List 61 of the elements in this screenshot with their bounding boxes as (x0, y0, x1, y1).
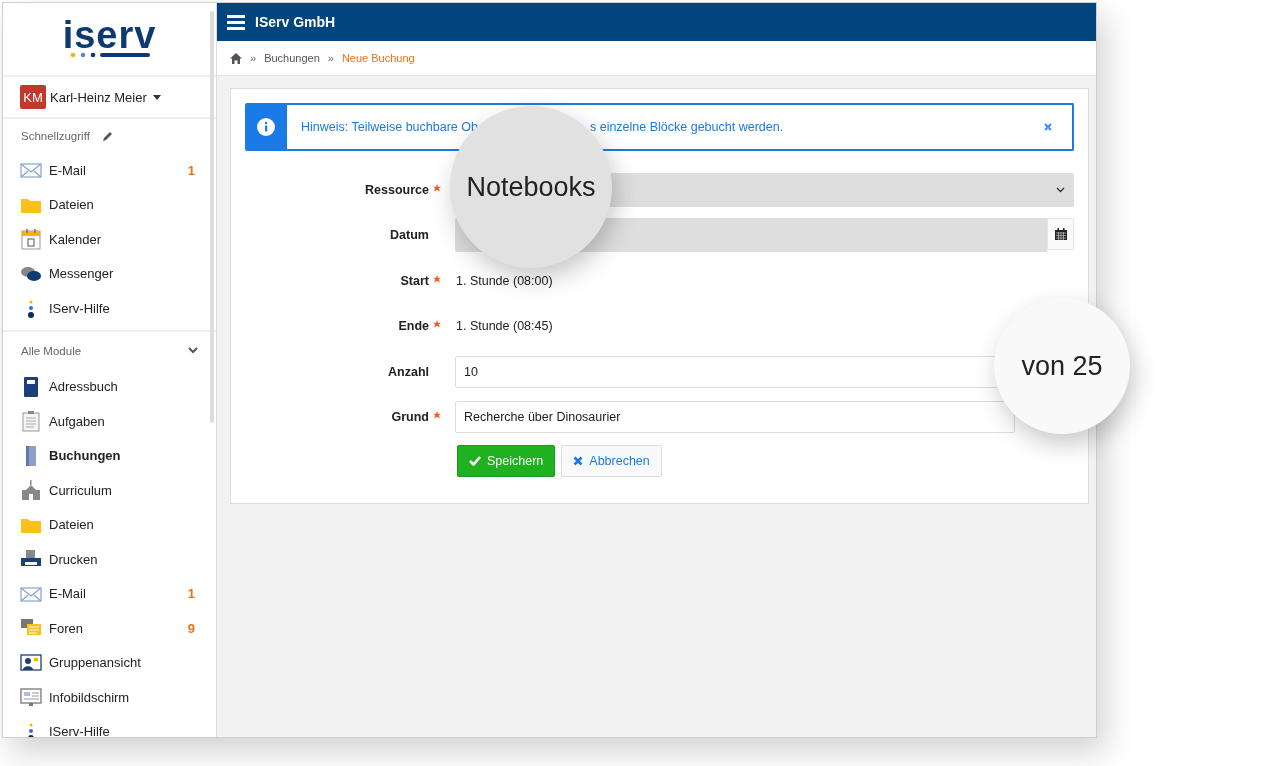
nav-item[interactable]: Foren (49, 620, 188, 636)
section-title: Alle Module (21, 344, 82, 357)
field-label: Grund (391, 410, 429, 425)
unread-count: 1 (187, 586, 195, 602)
breadcrumb-separator: » (250, 52, 257, 64)
calendar-button[interactable] (1047, 218, 1074, 251)
clipboard-icon (20, 410, 42, 433)
field-label: Datum (390, 228, 429, 243)
iserv-logo: iserv (62, 19, 157, 59)
nav-item[interactable]: Infobildschirm (49, 689, 195, 705)
home-icon[interactable] (230, 52, 242, 64)
nav-item[interactable]: E-Mail (49, 162, 188, 178)
nav-item[interactable]: Dateien (49, 197, 195, 213)
required-icon (433, 183, 441, 192)
user-avatar: KM (20, 85, 46, 109)
field-label: Anzahl (388, 364, 429, 379)
edit-icon[interactable] (101, 130, 113, 142)
info-icon (257, 118, 275, 136)
help-icon (27, 721, 35, 737)
calendar-icon (1054, 228, 1067, 241)
nav-item[interactable]: Gruppenansicht (49, 655, 195, 671)
field-value: 1. Stunde (08:00) (455, 273, 553, 288)
nav-item[interactable]: IServ-Hilfe (49, 724, 195, 737)
required-icon (433, 274, 441, 283)
required-icon (433, 411, 441, 420)
field-value: 1. Stunde (08:45) (455, 319, 553, 334)
nav-item[interactable]: Drucken (49, 551, 195, 567)
chevron-icon (1056, 186, 1065, 193)
nav-item[interactable]: IServ-Hilfe (49, 300, 195, 316)
user-menu[interactable]: Karl-Heinz Meier (50, 89, 147, 105)
required-icon (433, 320, 441, 329)
close-icon (573, 456, 584, 466)
menu-icon[interactable] (227, 14, 245, 30)
nav-item[interactable]: Kalender (49, 231, 195, 247)
nav-item[interactable]: Adressbuch (49, 379, 195, 395)
nav-item[interactable]: Curriculum (49, 482, 195, 498)
field-label: Start (400, 273, 429, 288)
nav-item[interactable]: Buchungen (49, 448, 195, 464)
nav-item[interactable]: Dateien (49, 517, 195, 533)
unread-count: 1 (187, 162, 195, 178)
chevron-icon[interactable] (188, 347, 198, 354)
breadcrumb-link[interactable]: Buchungen (264, 52, 320, 64)
nav-item[interactable]: Messenger (49, 266, 195, 282)
group-icon (20, 651, 42, 674)
calendar-icon (20, 228, 42, 251)
field-label: Ende (398, 319, 429, 334)
field-label: Ressource (365, 182, 429, 197)
site-title: IServ GmbH (255, 14, 336, 30)
unread-count: 9 (187, 620, 195, 636)
nav-item[interactable]: E-Mail (49, 586, 188, 602)
check-icon (469, 456, 481, 466)
screen-icon (20, 686, 42, 709)
school-icon (20, 479, 42, 502)
breadcrumb-separator: » (327, 52, 334, 64)
cancel-button[interactable]: Abbrechen (561, 445, 662, 477)
caret-icon (152, 94, 161, 100)
scrollbar[interactable] (210, 11, 214, 423)
input-field[interactable]: Recherche über Dinosaurier (455, 401, 1015, 434)
nav-item[interactable]: Aufgaben (49, 413, 195, 429)
close-icon[interactable] (1044, 123, 1052, 131)
section-title: Schnellzugriff (21, 130, 90, 142)
